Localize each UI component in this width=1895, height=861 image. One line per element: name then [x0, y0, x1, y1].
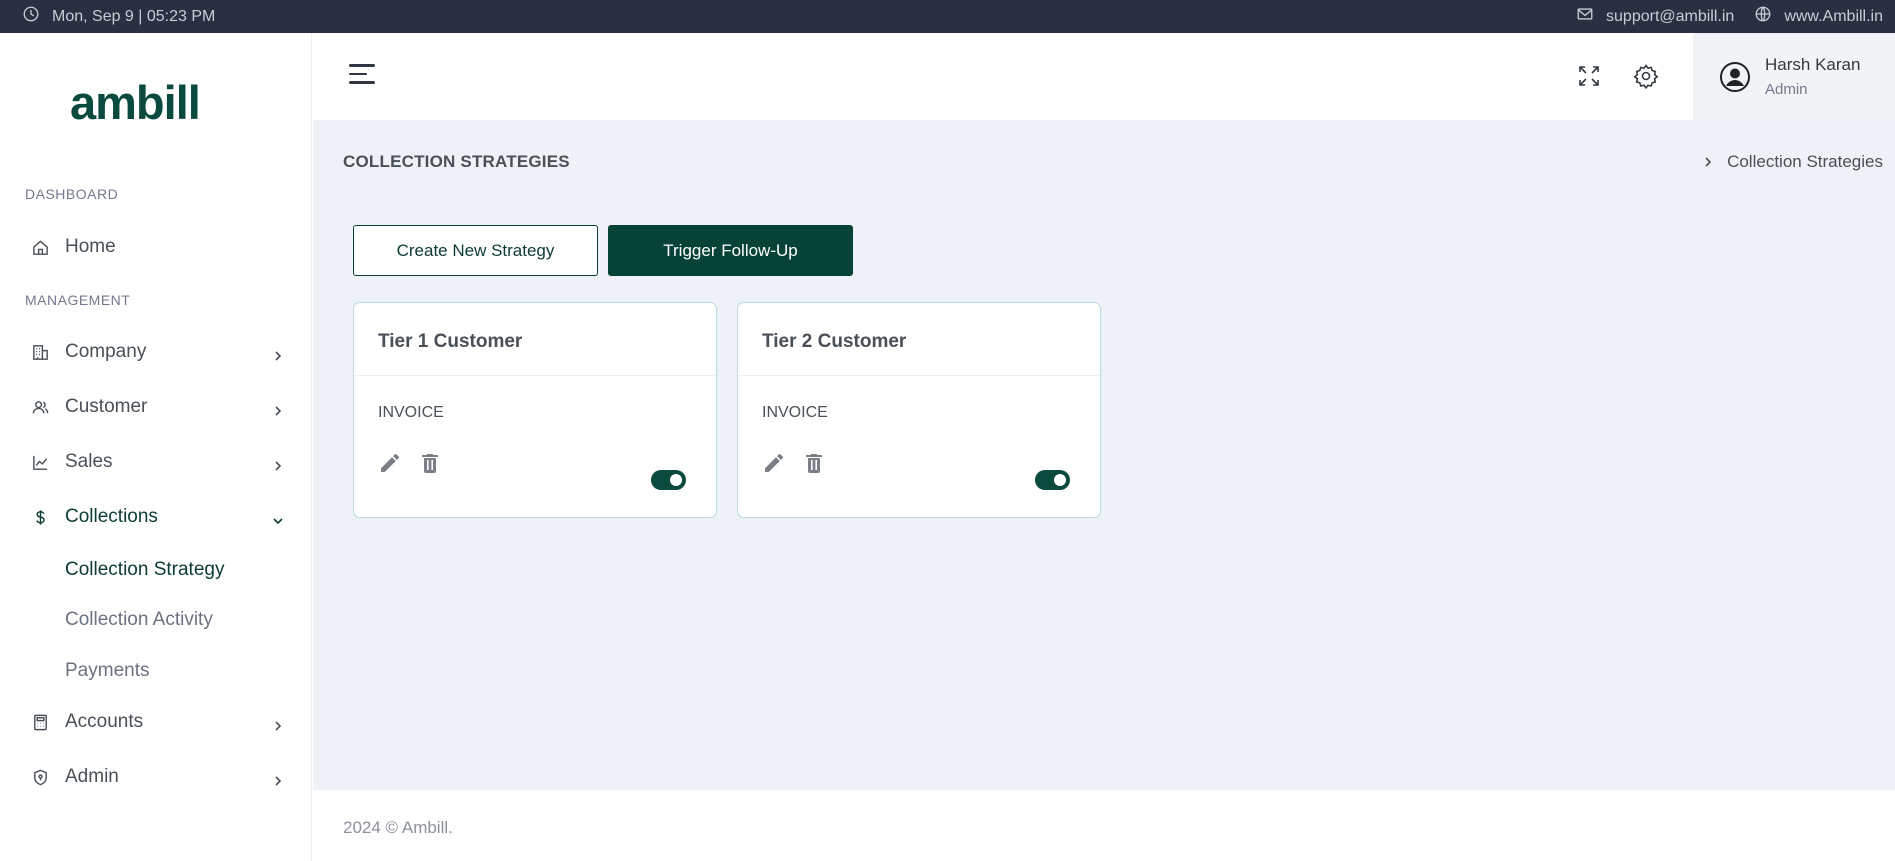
trash-icon[interactable] [802, 451, 826, 475]
sidebar-item-label: Home [65, 236, 116, 257]
breadcrumb: Collection Strategies [1703, 152, 1883, 172]
sidebar-subitem-collection-activity[interactable]: Collection Activity [65, 609, 213, 631]
main-content: COLLECTION STRATEGIES Collection Strateg… [313, 120, 1895, 790]
datetime-text: Mon, Sep 9 | 05:23 PM [52, 7, 216, 25]
breadcrumb-item[interactable]: Collection Strategies [1727, 152, 1883, 172]
sidebar-item-label: Collections [65, 506, 158, 527]
user-menu[interactable]: Harsh Karan Admin [1693, 33, 1895, 120]
strategy-enabled-toggle[interactable] [651, 470, 686, 490]
trash-icon[interactable] [418, 451, 442, 475]
top-info-bar: Mon, Sep 9 | 05:23 PM support@ambill.in … [0, 0, 1895, 33]
strategy-enabled-toggle[interactable] [1035, 470, 1070, 490]
strategy-card-title: Tier 1 Customer [378, 331, 523, 352]
footer: 2024 © Ambill. [313, 790, 1895, 861]
pencil-icon[interactable] [762, 451, 786, 475]
sidebar-item-customer[interactable]: Customer [0, 385, 312, 429]
building-icon [30, 342, 50, 362]
sidebar-item-collections[interactable]: Collections [0, 495, 312, 539]
chevron-right-icon [272, 771, 284, 786]
sidebar-item-admin[interactable]: Admin [0, 755, 312, 799]
sidebar-item-label: Accounts [65, 711, 144, 732]
card-divider [354, 375, 716, 376]
sidebar-item-accounts[interactable]: Accounts [0, 700, 312, 744]
user-avatar-icon [1719, 61, 1751, 93]
pencil-icon[interactable] [378, 451, 402, 475]
users-icon [30, 397, 50, 417]
website-link[interactable]: www.Ambill.in [1784, 8, 1883, 26]
strategy-card-type: INVOICE [762, 404, 828, 421]
sidebar-subitem-collection-strategy[interactable]: Collection Strategy [65, 559, 224, 581]
card-divider [738, 375, 1100, 376]
strategy-card-title: Tier 2 Customer [762, 331, 907, 352]
chevron-right-icon [1703, 152, 1713, 172]
user-name: Harsh Karan [1765, 55, 1861, 74]
globe-icon [1754, 5, 1772, 28]
sidebar-item-home[interactable]: Home [0, 225, 312, 269]
dollar-icon [30, 507, 50, 527]
sidebar-item-company[interactable]: Company [0, 330, 312, 374]
calculator-icon [30, 712, 50, 732]
menu-toggle-button[interactable] [349, 64, 375, 86]
create-new-strategy-button[interactable]: Create New Strategy [353, 225, 598, 276]
strategy-card: Tier 2 Customer INVOICE [737, 302, 1101, 518]
chevron-down-icon [272, 511, 284, 525]
sidebar-item-label: Sales [65, 451, 113, 472]
sidebar-item-label: Customer [65, 396, 148, 417]
sidebar-item-label: Admin [65, 766, 119, 787]
gear-icon[interactable] [1633, 63, 1659, 90]
user-role: Admin [1765, 81, 1808, 98]
sidebar-item-sales[interactable]: Sales [0, 440, 312, 484]
sidebar-item-label: Company [65, 341, 147, 362]
home-icon [30, 237, 50, 257]
section-title-management: MANAGEMENT [25, 292, 131, 308]
line-chart-icon [30, 452, 50, 472]
shield-icon [30, 767, 50, 787]
strategy-card-type: INVOICE [378, 404, 444, 421]
trigger-follow-up-button[interactable]: Trigger Follow-Up [608, 225, 853, 276]
sidebar: ambill DASHBOARD Home MANAGEMENT Company… [0, 33, 312, 861]
svg-text:ambill: ambill [70, 79, 200, 129]
section-title-dashboard: DASHBOARD [25, 186, 119, 202]
ambill-logo[interactable]: ambill [70, 76, 245, 129]
chevron-right-icon [272, 401, 284, 416]
mail-icon [1576, 5, 1594, 28]
chevron-right-icon [272, 346, 284, 361]
footer-copyright: 2024 © Ambill. [343, 818, 453, 837]
strategy-card: Tier 1 Customer INVOICE [353, 302, 717, 518]
chevron-right-icon [272, 456, 284, 471]
page-title: COLLECTION STRATEGIES [343, 152, 570, 171]
top-header: Harsh Karan Admin [313, 33, 1895, 120]
chevron-right-icon [272, 716, 284, 731]
clock-icon [22, 5, 40, 28]
support-email-link[interactable]: support@ambill.in [1606, 8, 1734, 26]
fullscreen-icon[interactable] [1576, 63, 1602, 89]
sidebar-subitem-payments[interactable]: Payments [65, 660, 149, 682]
